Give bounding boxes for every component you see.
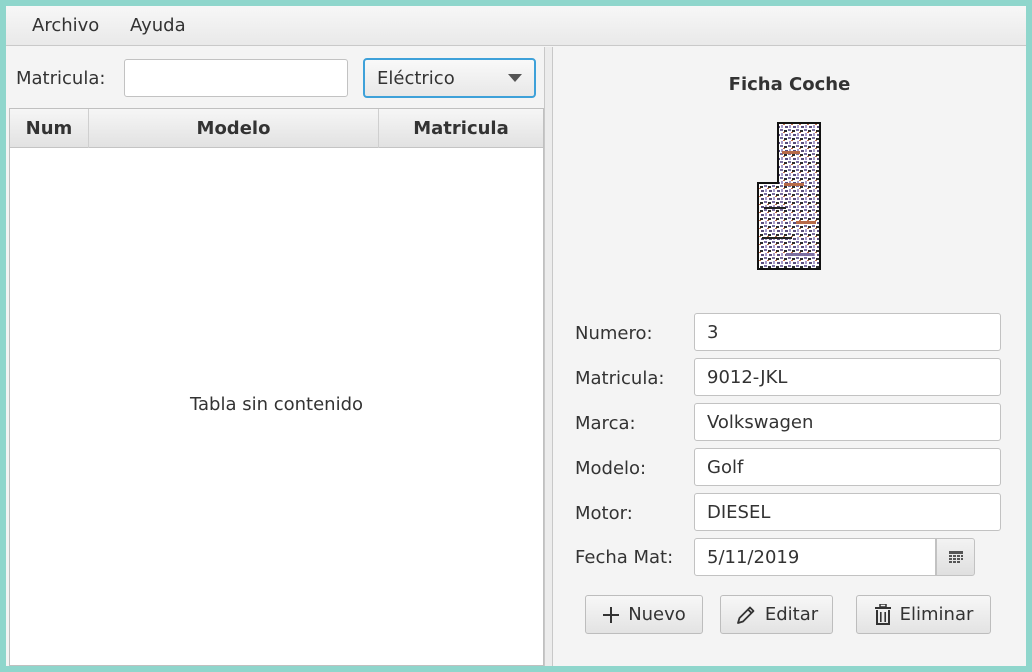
calendar-icon: [948, 551, 963, 563]
table-header: Num Modelo Matricula: [10, 109, 543, 148]
matricula-filter-input[interactable]: [124, 59, 348, 97]
matricula-label: Matricula:: [575, 368, 665, 389]
ficha-coche-pane: Ficha Coche Numero: 3 Matricula: 9012-JK…: [553, 47, 1026, 666]
eliminar-button-label: Eliminar: [899, 604, 974, 625]
column-header-modelo[interactable]: Modelo: [89, 109, 379, 148]
column-header-num[interactable]: Num: [10, 109, 89, 148]
chevron-down-icon: [508, 74, 522, 82]
editar-button[interactable]: Editar: [720, 595, 833, 634]
numero-field[interactable]: 3: [694, 313, 1001, 351]
marca-label: Marca:: [575, 413, 636, 434]
modelo-label: Modelo:: [575, 458, 647, 479]
split-divider[interactable]: [544, 47, 553, 666]
nuevo-button-label: Nuevo: [628, 604, 686, 625]
column-header-matricula[interactable]: Matricula: [379, 109, 543, 148]
pencil-icon: [736, 606, 755, 624]
fecha-mat-label: Fecha Mat:: [575, 547, 674, 568]
table-empty-placeholder: Tabla sin contenido: [189, 394, 364, 415]
matricula-filter-label: Matricula:: [16, 68, 106, 89]
plus-icon: [603, 606, 620, 623]
coches-table[interactable]: Num Modelo Matricula Tabla sin contenido: [9, 108, 544, 666]
left-pane: Matricula: Eléctrico Num Modelo Matricul…: [6, 47, 544, 666]
ficha-title: Ficha Coche: [728, 74, 851, 95]
date-picker-button[interactable]: [936, 538, 975, 576]
menu-archivo[interactable]: Archivo: [32, 15, 99, 36]
modelo-field[interactable]: Golf: [694, 448, 1001, 486]
trash-icon: [874, 603, 891, 625]
marca-field[interactable]: Volkswagen: [694, 403, 1001, 441]
app-window: Archivo Ayuda Matricula: Eléctrico Num M…: [6, 6, 1026, 666]
motor-combo[interactable]: Eléctrico: [363, 58, 536, 98]
matricula-field[interactable]: 9012-JKL: [694, 358, 1001, 396]
editar-button-label: Editar: [764, 604, 819, 625]
motor-combo-value: Eléctrico: [377, 68, 455, 89]
eliminar-button[interactable]: Eliminar: [856, 595, 991, 634]
numero-label: Numero:: [575, 323, 653, 344]
motor-field[interactable]: DIESEL: [694, 493, 1001, 531]
motor-label: Motor:: [575, 503, 633, 524]
menu-bar: Archivo Ayuda: [6, 6, 1026, 46]
menu-ayuda[interactable]: Ayuda: [130, 15, 186, 36]
nuevo-button[interactable]: Nuevo: [585, 595, 703, 634]
fecha-mat-field[interactable]: 5/11/2019: [694, 538, 936, 576]
car-image: [757, 122, 821, 270]
